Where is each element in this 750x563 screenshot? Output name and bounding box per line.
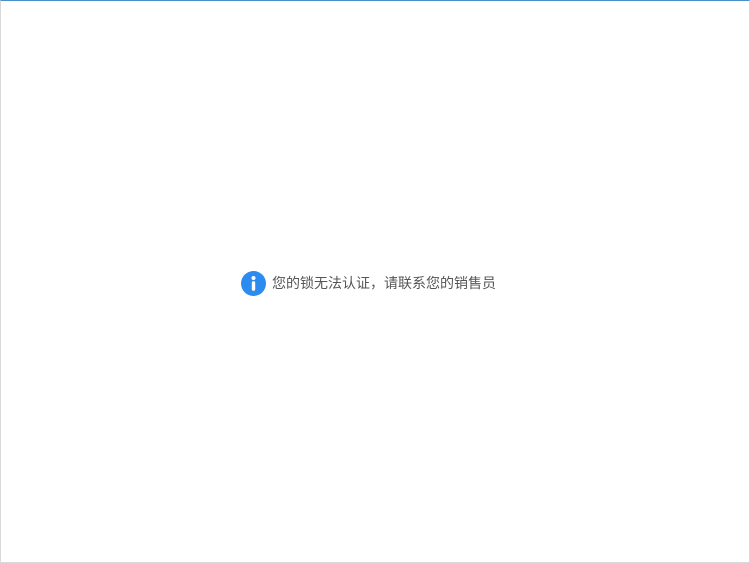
message-text: 您的锁无法认证，请联系您的销售员 xyxy=(272,275,496,292)
info-icon xyxy=(241,271,266,296)
auth-error-message: 您的锁无法认证，请联系您的销售员 xyxy=(241,271,496,296)
app-window: 您的锁无法认证，请联系您的销售员 xyxy=(0,0,750,563)
